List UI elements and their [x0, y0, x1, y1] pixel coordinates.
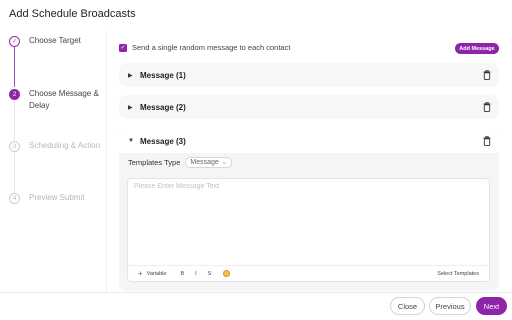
message-accordion: ▶ Message (2) [119, 95, 499, 119]
step-label: Choose Message & Delay [29, 89, 99, 110]
plus-icon[interactable]: + [138, 269, 143, 278]
message-title: Message (2) [140, 102, 186, 112]
random-message-checkbox[interactable]: ✓ [119, 43, 127, 52]
templates-type-row: Templates Type Message ⌄ [128, 157, 232, 168]
next-button[interactable]: Next [476, 297, 507, 315]
dialog-title: Add Schedule Broadcasts [9, 8, 136, 20]
random-message-label: Send a single random message to each con… [132, 43, 291, 52]
italic-button[interactable]: I [195, 271, 197, 277]
variable-button[interactable]: Variable [147, 271, 167, 277]
close-button[interactable]: Close [390, 297, 425, 315]
step-connector [14, 153, 15, 193]
step-number: 4 [9, 193, 20, 204]
trash-icon[interactable] [483, 102, 491, 112]
caret-down-icon: ▼ [128, 138, 134, 144]
strikethrough-button[interactable]: S [208, 271, 212, 277]
step-choose-target[interactable]: ✓ Choose Target [9, 36, 111, 47]
trash-icon[interactable] [483, 136, 491, 146]
step-number: 3 [9, 141, 20, 152]
select-templates-button[interactable]: Select Templates [437, 271, 479, 277]
add-message-button[interactable]: Add Message [455, 43, 499, 54]
step-label: Scheduling & Action [29, 141, 101, 150]
message-editor: + Variable B I S Select Templates [127, 178, 490, 282]
message-header[interactable]: ▼ Message (3) [119, 129, 499, 153]
message-title: Message (1) [140, 70, 186, 80]
step-preview-submit[interactable]: 4 Preview Submit [9, 193, 111, 204]
templates-type-label: Templates Type [128, 158, 181, 167]
caret-right-icon: ▶ [128, 104, 133, 111]
step-choose-message[interactable]: 2 Choose Message & Delay [9, 89, 111, 112]
step-scheduling[interactable]: 3 Scheduling & Action [9, 141, 111, 152]
message-text-input[interactable] [128, 179, 489, 265]
trash-icon[interactable] [483, 70, 491, 80]
templates-type-select[interactable]: Message ⌄ [185, 157, 232, 168]
message-accordion: ▶ Message (1) [119, 63, 499, 87]
step-label: Preview Submit [29, 193, 85, 202]
message-header[interactable]: ▶ Message (1) [119, 63, 499, 87]
step-connector [14, 47, 15, 87]
footer-divider [0, 292, 512, 293]
editor-toolbar: + Variable B I S Select Templates [128, 265, 489, 281]
step-label: Choose Target [29, 36, 81, 45]
previous-button[interactable]: Previous [429, 297, 471, 315]
caret-right-icon: ▶ [128, 72, 133, 79]
bold-button[interactable]: B [180, 271, 184, 277]
emoji-icon[interactable] [223, 270, 231, 277]
chevron-down-icon: ⌄ [221, 160, 227, 166]
sidebar-divider [106, 30, 107, 292]
step-check-icon: ✓ [9, 36, 20, 47]
step-number: 2 [9, 89, 20, 100]
random-message-option[interactable]: ✓ Send a single random message to each c… [119, 43, 290, 52]
templates-type-value: Message [190, 159, 219, 166]
message-header[interactable]: ▶ Message (2) [119, 95, 499, 119]
checkmark-icon: ✓ [120, 44, 126, 51]
message-title: Message (3) [140, 136, 186, 146]
